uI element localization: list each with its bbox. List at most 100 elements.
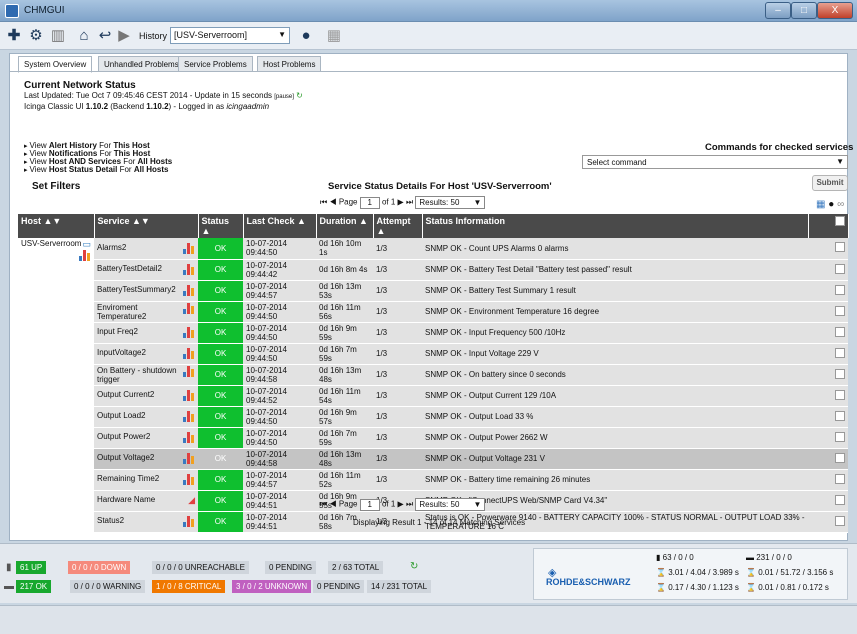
service-name[interactable]: BatteryTestSummary2 [94, 280, 198, 302]
next-page-icon[interactable]: ▶ [398, 198, 404, 207]
graph-icon[interactable] [183, 516, 195, 527]
row-checkbox[interactable] [835, 368, 845, 379]
service-name[interactable]: ◢ Hardware Name [94, 490, 198, 512]
tab-host-problems[interactable]: Host Problems [257, 56, 322, 72]
refresh-icon[interactable]: ↻ [410, 561, 418, 572]
next-page-icon[interactable]: ▶ [398, 500, 404, 509]
col-status[interactable]: Status ▲ [198, 214, 244, 238]
hosts-unreachable-badge[interactable]: 0 / 0 / 0 UNREACHABLE [152, 561, 249, 574]
back-icon[interactable]: ↩ [97, 27, 113, 45]
services-total-badge[interactable]: 14 / 231 TOTAL [367, 580, 432, 593]
refresh-icon[interactable]: ↻ [296, 91, 303, 100]
tab-unhandled-problems[interactable]: Unhandled Problems [98, 56, 185, 72]
row-checkbox[interactable] [835, 494, 845, 505]
command-select[interactable]: Select command ▼ [582, 155, 848, 169]
service-name[interactable]: Output Load2 [94, 406, 198, 428]
close-button[interactable]: X [817, 2, 853, 19]
link-icon[interactable]: ∞ [837, 199, 844, 210]
settings-icon[interactable]: ⚙ [28, 27, 44, 45]
last-page-icon[interactable]: ⏭ [406, 198, 413, 207]
hosts-down-badge[interactable]: 0 / 0 / 0 DOWN [68, 561, 131, 574]
col-host[interactable]: Host ▲▼ [18, 214, 95, 238]
flag-icon[interactable]: ◢ [188, 495, 195, 506]
graph-icon[interactable] [183, 365, 195, 377]
link-host-status-detail[interactable]: View Host Status Detail For All Hosts [24, 166, 172, 174]
graph-icon[interactable] [183, 411, 195, 422]
history-select[interactable]: [USV-Serverroom] ▼ [170, 27, 290, 44]
graph-icon[interactable] [183, 264, 195, 275]
record-icon[interactable]: ● [828, 199, 834, 210]
home-icon[interactable]: ⌂ [76, 27, 92, 45]
hosts-total-badge[interactable]: 2 / 63 TOTAL [328, 561, 384, 574]
last-page-icon[interactable]: ⏭ [406, 500, 413, 509]
graph-icon[interactable] [183, 285, 195, 296]
col-last-check[interactable]: Last Check ▲ [243, 214, 317, 238]
graph-icon[interactable] [183, 474, 195, 485]
services-critical-badge[interactable]: 1 / 0 / 8 CRITICAL [152, 580, 226, 593]
results-select[interactable]: Results: 50 ▼ [415, 196, 486, 209]
pause-link[interactable]: [pause] [274, 94, 294, 100]
row-checkbox[interactable] [835, 473, 845, 484]
page-input[interactable]: 1 [359, 498, 380, 511]
col-status-information[interactable]: Status Information [422, 214, 809, 238]
service-name[interactable]: Output Voltage2 [94, 448, 198, 470]
service-name[interactable]: Input Freq2 [94, 322, 198, 344]
service-name[interactable]: Remaining Time2 [94, 469, 198, 491]
grid-icon[interactable]: ▦ [326, 27, 342, 45]
graph-icon[interactable] [183, 432, 195, 443]
row-checkbox[interactable] [835, 263, 845, 274]
row-checkbox[interactable] [835, 431, 845, 442]
row-checkbox[interactable] [835, 515, 845, 526]
service-name[interactable]: Status2 [94, 511, 198, 533]
service-name[interactable]: On Battery - shutdown trigger [94, 364, 198, 386]
prev-page-icon[interactable]: ◀ [329, 500, 336, 509]
col-service[interactable]: Service ▲▼ [94, 214, 199, 238]
row-checkbox[interactable] [835, 347, 845, 358]
submit-button[interactable]: Submit [812, 175, 848, 191]
services-ok-badge[interactable]: 217 OK [16, 580, 52, 593]
service-name[interactable]: InputVoltage2 [94, 343, 198, 365]
csv-icon[interactable]: ▦ [816, 199, 825, 210]
row-checkbox[interactable] [835, 326, 845, 337]
graph-icon[interactable] [183, 348, 195, 359]
col-attempt[interactable]: Attempt ▲ [373, 214, 423, 238]
services-unknown-badge[interactable]: 3 / 0 / 2 UNKNOWN [232, 580, 312, 593]
host-name[interactable]: USV-Serverroom [21, 239, 81, 248]
minimize-button[interactable]: – [765, 2, 791, 19]
maximize-button[interactable]: □ [791, 2, 817, 19]
forward-icon[interactable]: ▶ [118, 27, 130, 45]
row-checkbox[interactable] [835, 410, 845, 421]
first-page-icon[interactable]: ⏮ [320, 198, 327, 207]
results-select[interactable]: Results: 50 ▼ [415, 498, 486, 511]
graph-icon[interactable] [183, 390, 195, 401]
service-name[interactable]: Enviroment Temperature2 [94, 301, 198, 323]
row-checkbox[interactable] [835, 242, 845, 253]
service-name[interactable]: Output Power2 [94, 427, 198, 449]
row-checkbox[interactable] [835, 284, 845, 295]
row-checkbox[interactable] [835, 389, 845, 400]
prev-page-icon[interactable]: ◀ [329, 198, 336, 207]
service-name[interactable]: Alarms2 [94, 238, 198, 260]
page-input[interactable]: 1 [359, 196, 380, 209]
hosts-up-badge[interactable]: 61 UP [16, 561, 47, 574]
graph-icon[interactable] [183, 302, 195, 314]
go-icon[interactable]: ● [298, 27, 314, 45]
graph-icon[interactable] [183, 327, 195, 338]
trash-icon[interactable]: ▥ [50, 27, 66, 45]
host-monitor-icon[interactable]: ▭ [82, 239, 91, 250]
tab-service-problems[interactable]: Service Problems [178, 56, 253, 72]
graph-icon[interactable] [183, 453, 195, 464]
row-checkbox[interactable] [835, 452, 845, 463]
services-warning-badge[interactable]: 0 / 0 / 0 WARNING [70, 580, 146, 593]
select-all-checkbox[interactable] [834, 216, 845, 226]
host-graph-icon[interactable] [79, 250, 91, 261]
row-checkbox[interactable] [835, 305, 845, 316]
services-pending-badge[interactable]: 0 PENDING [313, 580, 365, 593]
service-name[interactable]: Output Current2 [94, 385, 198, 407]
col-duration[interactable]: Duration ▲ [316, 214, 374, 238]
add-icon[interactable]: ✚ [6, 27, 22, 45]
service-name[interactable]: BatteryTestDetail2 [94, 259, 198, 281]
set-filters-link[interactable]: Set Filters [32, 181, 80, 192]
first-page-icon[interactable]: ⏮ [320, 500, 327, 509]
graph-icon[interactable] [183, 242, 195, 254]
